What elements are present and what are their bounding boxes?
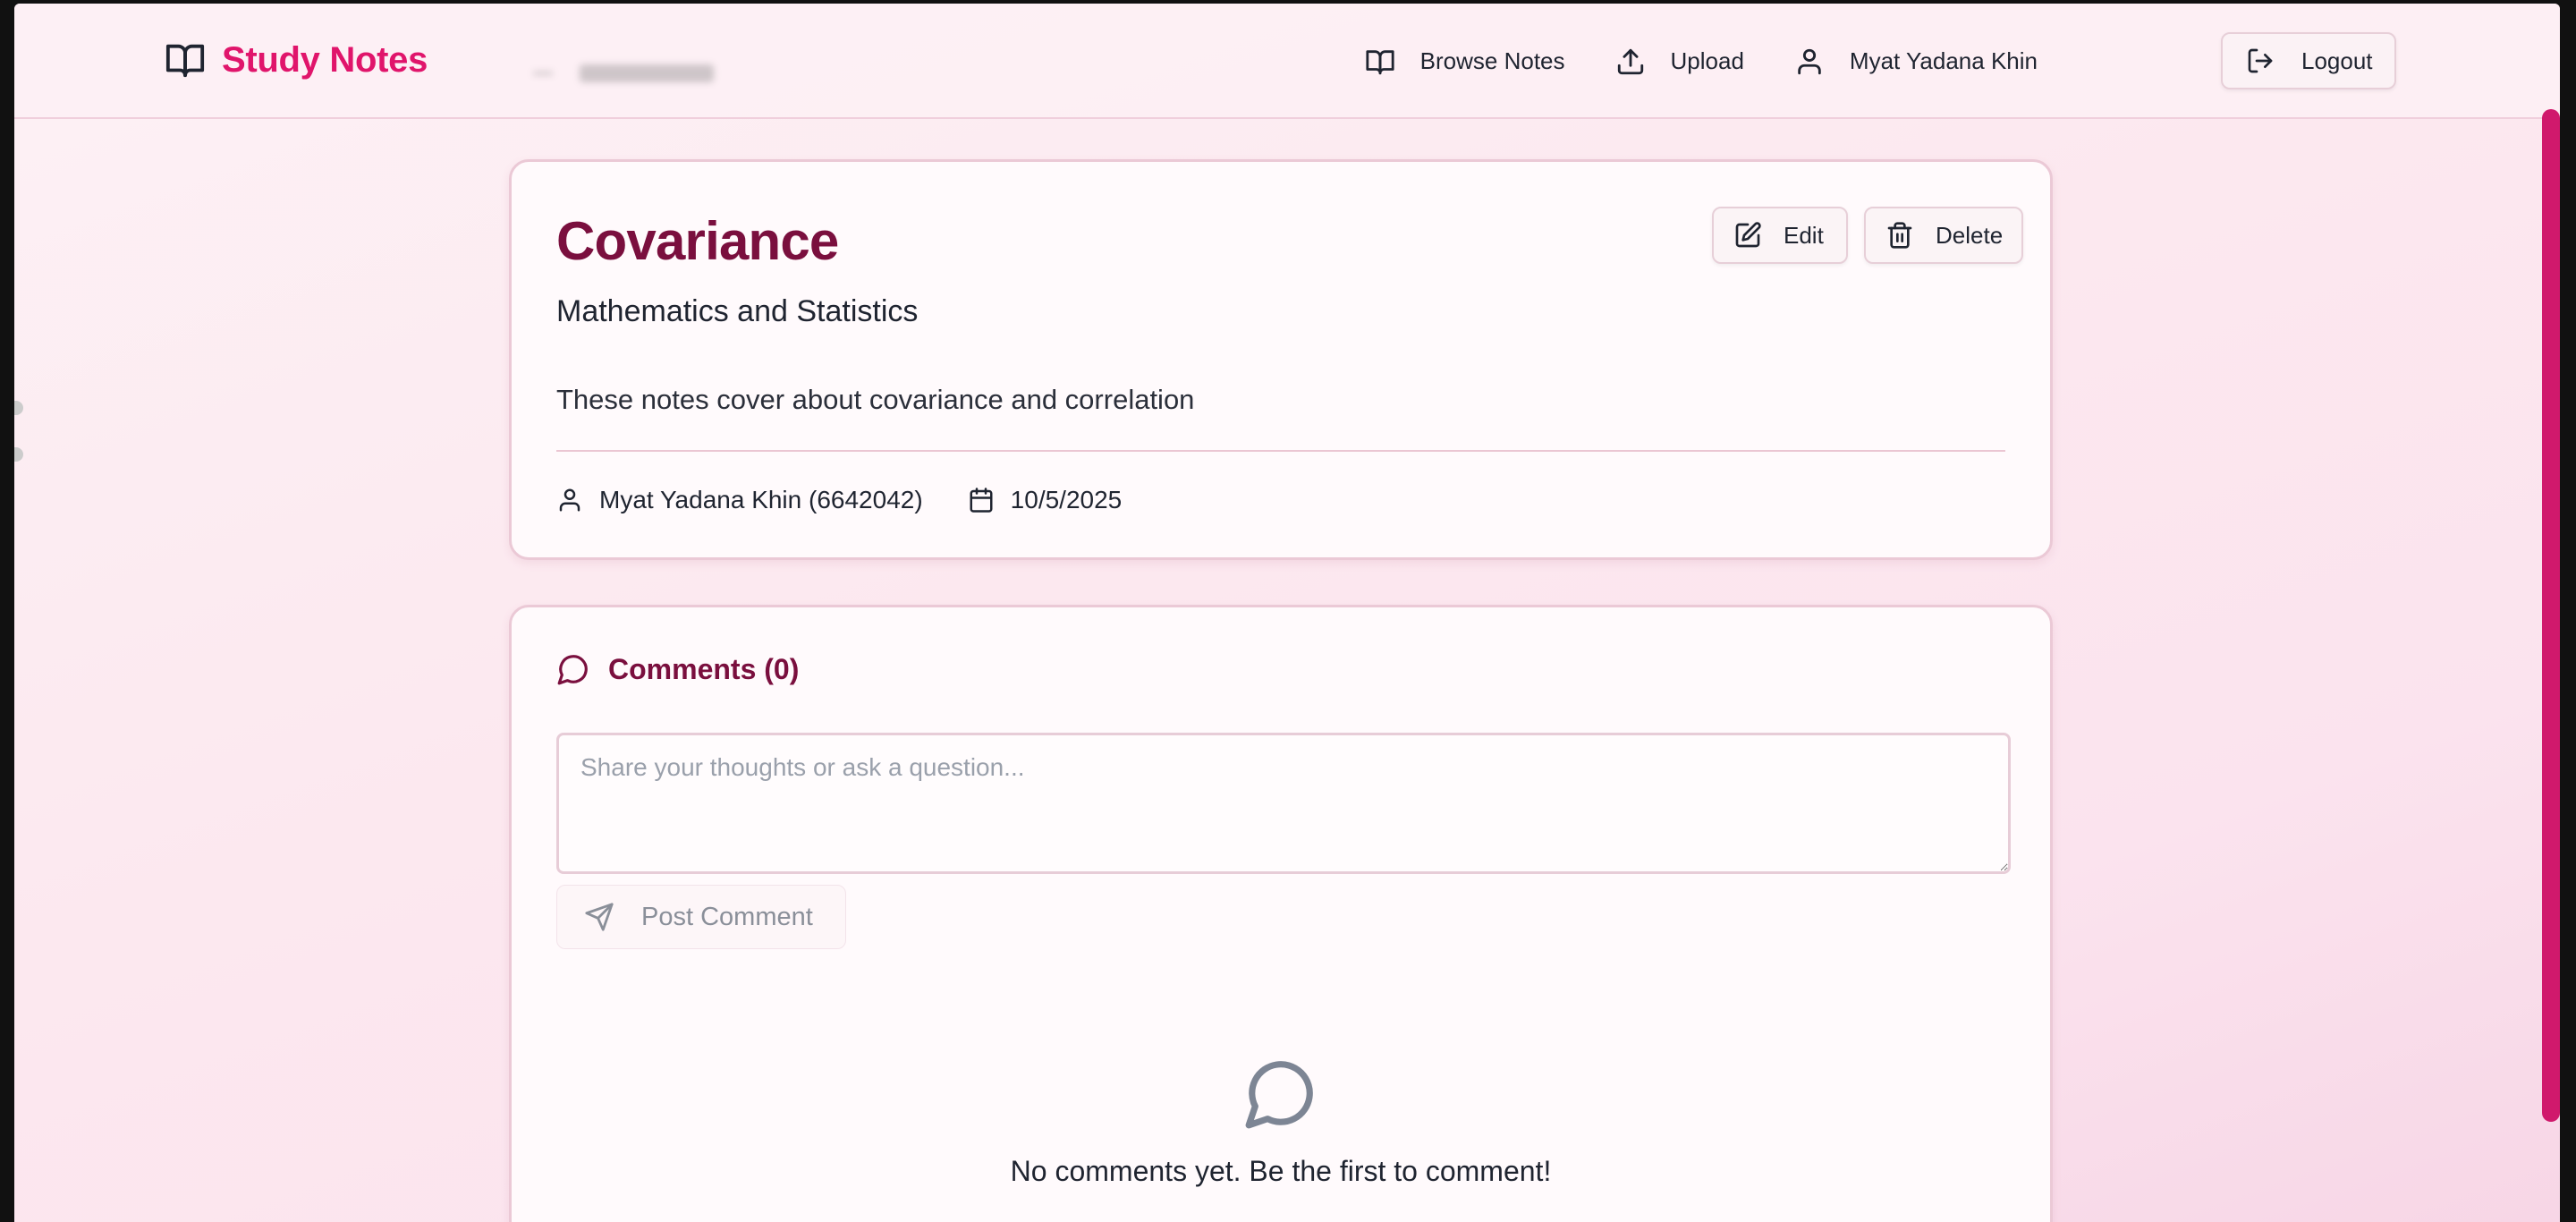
back-link-ghost	[533, 64, 714, 82]
message-circle-icon	[557, 655, 588, 685]
note-author: Myat Yadana Khin (6642042)	[599, 486, 923, 513]
nav-upload-label: Upload	[1670, 47, 1744, 74]
post-comment-button[interactable]: Post Comment	[556, 885, 846, 949]
nav-browse-label: Browse Notes	[1419, 47, 1565, 74]
browser-window: Study Notes Browse Notes Upload Myat Yad…	[14, 4, 2560, 1222]
empty-comments-text: No comments yet. Be the first to comment…	[1010, 1155, 1552, 1187]
note-date: 10/5/2025	[1010, 486, 1123, 513]
nav-user-profile[interactable]: Myat Yadana Khin	[1794, 47, 2038, 77]
note-title: Covariance	[556, 211, 839, 271]
user-icon	[1798, 48, 1821, 74]
send-icon	[585, 903, 614, 931]
note-description: These notes cover about covariance and c…	[556, 384, 1195, 415]
divider	[556, 450, 2005, 452]
empty-comments-state: No comments yet. Be the first to comment…	[512, 1055, 2050, 1188]
delete-label: Delete	[1936, 221, 2004, 249]
brand-link[interactable]: Study Notes	[165, 39, 428, 81]
logout-label: Logout	[2301, 47, 2373, 74]
book-open-icon	[165, 44, 205, 78]
logout-button[interactable]: Logout	[2221, 32, 2396, 89]
message-circle-icon	[1245, 1061, 1313, 1129]
note-subject: Mathematics and Statistics	[556, 294, 919, 328]
note-meta: Myat Yadana Khin (6642042) 10/5/2025	[556, 486, 1122, 514]
upload-icon	[1617, 48, 1643, 74]
edit-button[interactable]: Edit	[1712, 207, 1848, 264]
comments-title: Comments (0)	[608, 652, 800, 685]
comment-input[interactable]	[556, 733, 2011, 874]
nav-upload[interactable]: Upload	[1615, 47, 1744, 77]
delete-button[interactable]: Delete	[1864, 207, 2023, 264]
user-icon	[559, 488, 580, 512]
log-out-icon	[2248, 48, 2273, 73]
comments-card: Comments (0) Post Comment No comments ye…	[509, 605, 2053, 1222]
scrollbar[interactable]	[2542, 109, 2560, 1122]
window-edge-handle	[14, 447, 23, 462]
calendar-icon	[970, 488, 993, 513]
nav-user-name: Myat Yadana Khin	[1849, 47, 2038, 74]
comments-header: Comments (0)	[556, 652, 799, 686]
edit-icon	[1735, 222, 1761, 248]
top-navbar: Study Notes Browse Notes Upload Myat Yad…	[14, 4, 2560, 119]
edit-label: Edit	[1784, 221, 1824, 249]
nav-browse-notes[interactable]: Browse Notes	[1365, 47, 1565, 77]
window-edge-handle	[14, 401, 23, 415]
trash-icon	[1887, 222, 1912, 249]
book-open-icon	[1366, 49, 1394, 74]
post-comment-label: Post Comment	[641, 902, 813, 931]
note-detail-card: Covariance Mathematics and Statistics Th…	[509, 159, 2053, 560]
brand-name: Study Notes	[222, 39, 428, 80]
